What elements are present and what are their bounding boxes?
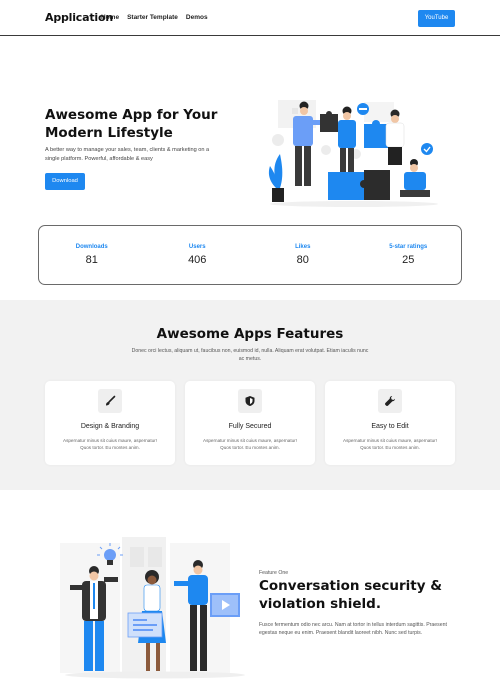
stat-value: 80 — [296, 254, 309, 266]
stat-ratings: 5-star ratings 25 — [356, 226, 462, 284]
top-navbar: Application Home Starter Template Demos … — [0, 0, 500, 36]
feature-card-design: Design & Branding Aspernatur minus sit c… — [45, 381, 175, 465]
stat-label: Downloads — [75, 244, 108, 250]
stat-downloads: Downloads 81 — [39, 226, 145, 284]
stat-value: 25 — [402, 254, 415, 266]
stat-likes: Likes 80 — [250, 226, 356, 284]
shield-icon — [238, 389, 262, 413]
feature-title: Conversation security & violation shield… — [259, 578, 443, 612]
feature-card-title: Easy to Edit — [371, 423, 409, 430]
feature-kicker: Feature One — [259, 570, 289, 576]
stats-panel: Downloads 81 Users 406 Likes 80 5-star r… — [38, 225, 462, 285]
nav-link-home[interactable]: Home — [101, 14, 119, 21]
stat-value: 81 — [85, 254, 98, 266]
wrench-icon — [378, 389, 402, 413]
team-puzzle-illustration — [268, 100, 438, 207]
stat-value: 406 — [188, 254, 207, 266]
nav-link-starter-template[interactable]: Starter Template — [127, 14, 178, 21]
youtube-button[interactable]: YouTube — [418, 10, 455, 27]
stat-users: Users 406 — [145, 226, 251, 284]
feature-card-desc: Aspernatur minus sit cuius maure, aspern… — [343, 438, 437, 450]
features-title: Awesome Apps Features — [156, 326, 344, 342]
hero-subtitle: A better way to manage your sales, team,… — [45, 147, 210, 162]
feature-card-desc: Aspernatur minus sit cuius maure, aspern… — [203, 438, 297, 450]
stat-label: 5-star ratings — [389, 244, 428, 250]
stat-label: Users — [188, 244, 206, 250]
brush-icon — [98, 389, 122, 413]
stat-label: Likes — [295, 244, 311, 250]
nav-link-demos[interactable]: Demos — [186, 14, 208, 21]
download-button[interactable]: Download — [45, 173, 85, 190]
feature-card-edit: Easy to Edit Aspernatur minus sit cuius … — [325, 381, 455, 465]
features-subtitle: Donec orci lectus, aliquam ut, faucibus … — [131, 348, 369, 362]
feature-description: Fusce fermentum odio nec arcu. Nam at to… — [259, 622, 447, 636]
team-idea-illustration — [60, 537, 245, 679]
feature-card-security: Fully Secured Aspernatur minus sit cuius… — [185, 381, 315, 465]
hero-title: Awesome App for Your Modern Lifestyle — [45, 107, 218, 141]
feature-card-title: Design & Branding — [80, 423, 140, 430]
feature-card-title: Fully Secured — [228, 423, 272, 430]
feature-card-desc: Aspernatur minus sit cuius maure, aspern… — [63, 438, 157, 450]
nav-links: Home Starter Template Demos — [101, 14, 208, 21]
